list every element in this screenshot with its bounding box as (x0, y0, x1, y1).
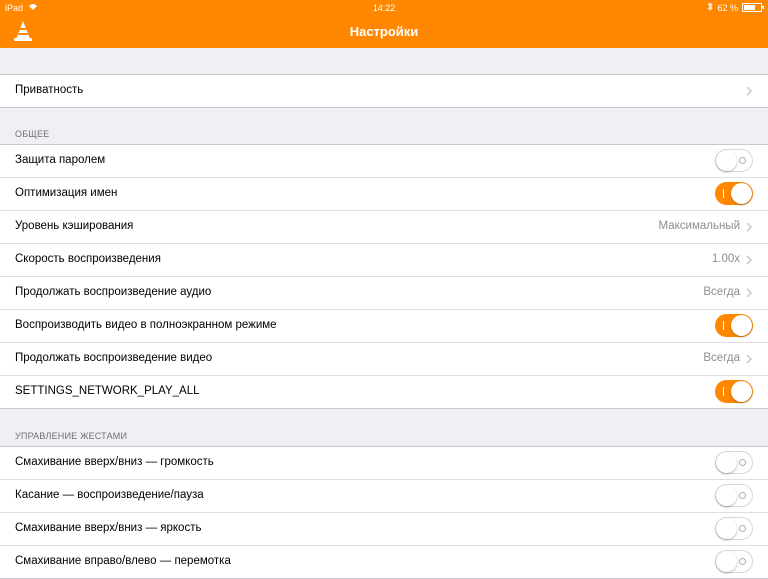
row-label: Смахивание вверх/вниз — яркость (15, 522, 202, 534)
chevron-right-icon (746, 255, 753, 265)
toggle-knob (716, 551, 737, 572)
toggle-knob (716, 485, 737, 506)
battery-icon (742, 3, 764, 12)
bluetooth-icon (707, 1, 714, 13)
toggle-knob (731, 183, 752, 204)
privacy-row[interactable]: Приватность (0, 75, 768, 107)
general-row-2[interactable]: Уровень кэширования Максимальный (0, 211, 768, 244)
row-label: Смахивание вверх/вниз — громкость (15, 456, 214, 468)
general-row-5[interactable]: Воспроизводить видео в полноэкранном реж… (0, 310, 768, 343)
row-value: 1.00x (711, 253, 740, 265)
toggle-knob (731, 381, 752, 402)
battery-percent: 62 % (717, 2, 738, 13)
nav-bar: Настройки (0, 16, 768, 48)
row-value: Всегда (703, 352, 740, 364)
general-row-0[interactable]: Защита паролем (0, 145, 768, 178)
toggle-knob (716, 150, 737, 171)
chevron-right-icon (746, 354, 753, 364)
chevron-right-icon (746, 86, 753, 96)
row-label: SETTINGS_NETWORK_PLAY_ALL (15, 385, 200, 397)
status-bar: iPad 14:22 62 % (0, 0, 768, 16)
privacy-group: Приватность (0, 74, 768, 108)
toggle-off-mark-icon (739, 558, 746, 565)
row-label: Защита паролем (15, 154, 106, 166)
toggle-knob (716, 518, 737, 539)
row-label: Касание — воспроизведение/пауза (15, 489, 204, 501)
general-row-7[interactable]: SETTINGS_NETWORK_PLAY_ALL (0, 376, 768, 408)
gestures-section-header: УПРАВЛЕНИЕ ЖЕСТАМИ (15, 431, 128, 441)
row-label: Уровень кэширования (15, 220, 134, 232)
general-group: Защита паролем Оптимизация имен Уровень кэ… (0, 144, 768, 409)
toggle-off-mark-icon (739, 157, 746, 164)
privacy-label: Приватность (15, 84, 84, 96)
gestures-row-1[interactable]: Касание — воспроизведение/пауза (0, 480, 768, 513)
toggle-switch[interactable] (715, 314, 753, 337)
row-label: Смахивание вправо/влево — перемотка (15, 555, 231, 567)
toggle-on-mark-icon (723, 321, 724, 330)
page-title: Настройки (349, 24, 419, 39)
toggle-switch[interactable] (715, 484, 753, 507)
toggle-switch[interactable] (715, 182, 753, 205)
toggle-switch[interactable] (715, 517, 753, 540)
app-header: iPad 14:22 62 % Настройки (0, 0, 768, 48)
general-row-3[interactable]: Скорость воспроизведения 1.00x (0, 244, 768, 277)
row-label: Оптимизация имен (15, 187, 118, 199)
toggle-switch[interactable] (715, 149, 753, 172)
chevron-right-icon (746, 222, 753, 232)
general-row-1[interactable]: Оптимизация имен (0, 178, 768, 211)
row-value: Всегда (703, 286, 740, 298)
gestures-group: Смахивание вверх/вниз — громкость Касание… (0, 446, 768, 579)
toggle-knob (716, 452, 737, 473)
gestures-row-3[interactable]: Смахивание вправо/влево — перемотка (0, 546, 768, 578)
chevron-right-icon (746, 288, 753, 298)
toggle-switch[interactable] (715, 380, 753, 403)
gestures-row-2[interactable]: Смахивание вверх/вниз — яркость (0, 513, 768, 546)
toggle-off-mark-icon (739, 459, 746, 466)
status-time: 14:22 (372, 3, 396, 13)
row-value: Максимальный (658, 220, 740, 232)
gestures-row-0[interactable]: Смахивание вверх/вниз — громкость (0, 447, 768, 480)
general-section-header: ОБЩЕЕ (15, 129, 50, 139)
general-row-4[interactable]: Продолжать воспроизведение аудио Всегда (0, 277, 768, 310)
row-label: Скорость воспроизведения (15, 253, 161, 265)
toggle-switch[interactable] (715, 550, 753, 573)
toggle-knob (731, 315, 752, 336)
toggle-switch[interactable] (715, 451, 753, 474)
row-label: Продолжать воспроизведение видео (15, 352, 213, 364)
toggle-on-mark-icon (723, 387, 724, 396)
toggle-off-mark-icon (739, 492, 746, 499)
toggle-off-mark-icon (739, 525, 746, 532)
general-row-6[interactable]: Продолжать воспроизведение видео Всегда (0, 343, 768, 376)
row-label: Воспроизводить видео в полноэкранном реж… (15, 319, 277, 331)
toggle-on-mark-icon (723, 189, 724, 198)
row-label: Продолжать воспроизведение аудио (15, 286, 212, 298)
